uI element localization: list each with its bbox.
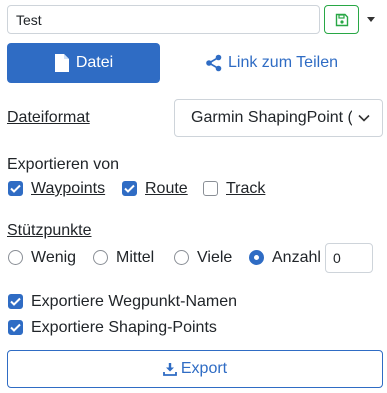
support-points-label: Stützpunkte [7,222,92,239]
radio-wenig-label[interactable]: Wenig [31,249,76,267]
export-shaping-points-label[interactable]: Exportiere Shaping-Points [31,319,217,337]
save-options-dropdown[interactable] [364,12,378,26]
format-select-value: Garmin ShapingPoint ( [191,109,352,126]
format-select[interactable]: Garmin ShapingPoint ( [174,99,383,137]
save-icon [335,13,348,26]
radio-anzahl-label[interactable]: Anzahl [272,249,321,267]
export-button-label: Export [180,360,228,377]
file-button[interactable]: Datei [7,43,160,83]
share-link-label: Link zum Teilen [228,54,338,71]
radio-viele-label[interactable]: Viele [197,249,232,267]
radio-mittel[interactable] [93,250,108,265]
file-button-label: Datei [75,54,114,71]
download-icon [162,363,177,376]
checkmark-icon [10,323,21,332]
radio-wenig[interactable] [8,250,23,265]
export-waypoint-names-checkbox[interactable] [8,294,23,309]
radio-viele[interactable] [174,250,189,265]
track-label[interactable]: Track [226,180,265,198]
route-checkbox[interactable] [122,181,137,196]
file-icon [54,54,69,72]
checkmark-icon [124,184,135,193]
radio-mittel-label[interactable]: Mittel [116,249,154,267]
share-link[interactable]: Link zum Teilen [205,52,338,74]
checkmark-icon [10,297,21,306]
export-shaping-points-checkbox[interactable] [8,320,23,335]
checkmark-icon [10,184,21,193]
waypoints-label[interactable]: Waypoints [31,180,105,198]
format-label: Dateiformat [7,109,90,126]
share-icon [206,54,222,72]
track-checkbox[interactable] [203,181,218,196]
count-input[interactable] [325,243,373,273]
export-button[interactable]: Export [7,350,383,388]
caret-down-icon [367,16,375,22]
export-waypoint-names-label[interactable]: Exportiere Wegpunkt-Namen [31,293,237,311]
waypoints-checkbox[interactable] [8,181,23,196]
filename-input[interactable] [7,5,320,34]
route-label[interactable]: Route [145,180,188,198]
radio-anzahl[interactable] [249,250,264,265]
export-from-label: Exportieren von [7,156,120,173]
chevron-down-icon [358,114,370,122]
save-button[interactable] [324,5,359,34]
